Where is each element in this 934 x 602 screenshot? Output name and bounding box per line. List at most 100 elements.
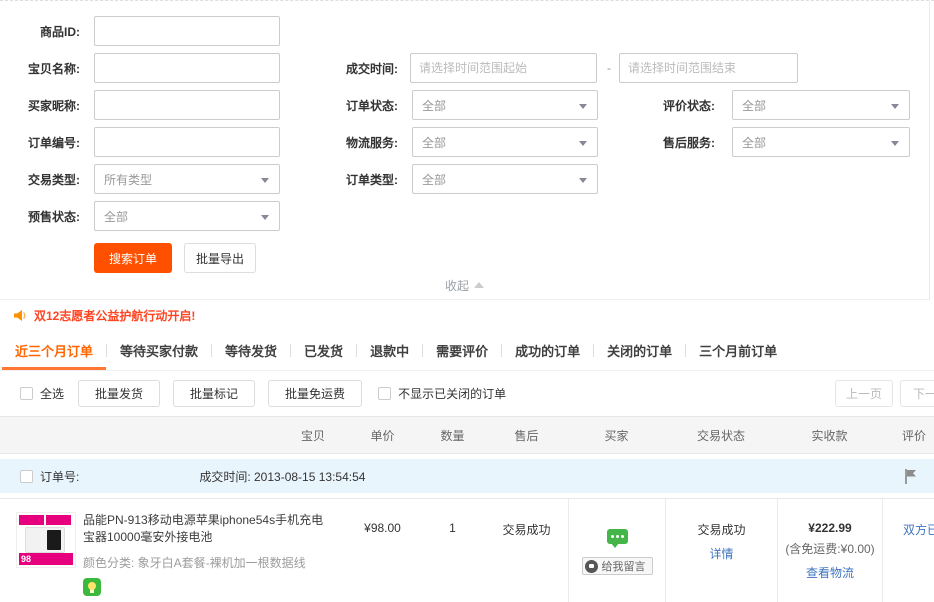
chevron-down-icon	[579, 141, 587, 146]
shipping-fee-note: (含免运费:¥0.00)	[778, 540, 882, 557]
buyer-cell: 给我留言	[568, 499, 665, 602]
search-orders-button[interactable]: 搜索订单	[94, 243, 172, 273]
order-no-input[interactable]	[94, 127, 280, 157]
column-header-buyer: 买家	[568, 427, 665, 444]
hide-closed-checkbox[interactable]	[378, 387, 391, 400]
order-item-row: 98 品能PN-913移动电源苹果iphone54s手机充电宝器10000毫安外…	[0, 498, 934, 602]
logistics-label: 物流服务:	[280, 134, 398, 151]
announcement-bar: 双12志愿者公益护航行动开启!	[0, 300, 934, 331]
order-select-checkbox[interactable]	[20, 470, 33, 483]
order-deal-time: 成交时间: 2013-08-15 13:54:54	[199, 468, 365, 485]
batch-mark-button[interactable]: 批量标记	[173, 380, 255, 407]
view-logistics-link[interactable]: 查看物流	[778, 564, 882, 581]
column-header-paid: 实收款	[777, 427, 882, 444]
tab-awaiting-payment[interactable]: 等待买家付款	[107, 331, 211, 370]
column-header-item: 宝贝	[0, 427, 345, 444]
tab-needs-review[interactable]: 需要评价	[423, 331, 501, 370]
form-row-buyer-nick: 买家昵称: 订单状态: 全部 评价状态: 全部	[0, 90, 929, 120]
collapse-label: 收起	[445, 279, 469, 293]
chevron-down-icon	[261, 178, 269, 183]
order-no-label: 订单号:	[40, 468, 79, 485]
chevron-down-icon	[891, 141, 899, 146]
batch-ship-button[interactable]: 批量发货	[78, 380, 160, 407]
product-cell: 98 品能PN-913移动电源苹果iphone54s手机充电宝器10000毫安外…	[0, 499, 345, 602]
collapse-panel-link[interactable]: 收起	[0, 273, 929, 299]
column-header-qty: 数量	[420, 427, 485, 444]
batch-export-button[interactable]: 批量导出	[184, 243, 256, 273]
buyer-nick-input[interactable]	[94, 90, 280, 120]
search-filter-panel: 商品ID: 宝贝名称: 成交时间: - 买家昵称: 订单状态: 全部 评价状态:…	[0, 1, 930, 300]
form-row-product-id: 商品ID:	[0, 16, 929, 46]
trade-type-value: 所有类型	[104, 171, 152, 188]
product-id-input[interactable]	[94, 16, 280, 46]
form-row-presale: 预售状态: 全部	[0, 201, 929, 231]
chevron-down-icon	[579, 178, 587, 183]
prev-page-button[interactable]: 上一页	[835, 380, 893, 407]
status-detail-link[interactable]: 详情	[666, 545, 777, 562]
tab-closed-orders[interactable]: 关闭的订单	[594, 331, 685, 370]
price-badge: 98	[19, 553, 73, 565]
promo-banner	[19, 515, 73, 525]
order-status-select[interactable]: 全部	[412, 90, 598, 120]
tab-awaiting-shipment[interactable]: 等待发货	[212, 331, 290, 370]
rate-status-value: 全部	[742, 97, 766, 114]
orders-table: 宝贝 单价 数量 售后 买家 交易状态 实收款 评价 订单号: 成交时间: 20…	[0, 416, 934, 602]
order-management-page: 商品ID: 宝贝名称: 成交时间: - 买家昵称: 订单状态: 全部 评价状态:…	[0, 0, 934, 602]
pagination: 上一页 下一页	[835, 380, 934, 407]
form-row-item-name: 宝贝名称: 成交时间: -	[0, 53, 929, 83]
rating-cell[interactable]: 双方已	[882, 499, 934, 602]
item-name-input[interactable]	[94, 53, 280, 83]
powerbank-image	[25, 527, 65, 553]
product-thumbnail[interactable]: 98	[16, 512, 76, 568]
aftersale-service-value: 全部	[742, 134, 766, 151]
chevron-down-icon	[261, 215, 269, 220]
product-info: 品能PN-913移动电源苹果iphone54s手机充电宝器10000毫安外接电池…	[83, 512, 333, 602]
column-header-unit-price: 单价	[345, 427, 420, 444]
tab-orders-before-3-months[interactable]: 三个月前订单	[686, 331, 790, 370]
rate-status-label: 评价状态:	[598, 97, 715, 114]
order-no-label: 订单编号:	[0, 134, 80, 151]
tab-recent-3-months[interactable]: 近三个月订单	[2, 331, 106, 370]
chevron-down-icon	[891, 104, 899, 109]
aftersale-service-label: 售后服务:	[598, 134, 715, 151]
tab-refunding[interactable]: 退款中	[357, 331, 422, 370]
hide-closed-label: 不显示已关闭的订单	[398, 385, 506, 402]
aftersale-service-select[interactable]: 全部	[732, 127, 910, 157]
paid-amount: ¥222.99	[778, 521, 882, 535]
leave-message-button[interactable]: 给我留言	[582, 557, 653, 575]
next-page-button[interactable]: 下一页	[900, 380, 934, 407]
tab-successful-orders[interactable]: 成功的订单	[502, 331, 593, 370]
announcement-text[interactable]: 双12志愿者公益护航行动开启!	[34, 307, 195, 324]
order-tabs: 近三个月订单 等待买家付款 等待发货 已发货 退款中 需要评价 成功的订单 关闭…	[0, 331, 934, 371]
presale-value: 全部	[104, 208, 128, 225]
batch-toolbar: 全选 批量发货 批量标记 批量免运费 不显示已关闭的订单 上一页 下一页	[0, 371, 934, 416]
order-type-value: 全部	[422, 171, 446, 188]
logistics-select[interactable]: 全部	[412, 127, 598, 157]
column-header-status: 交易状态	[665, 427, 777, 444]
wangwang-chat-icon[interactable]	[607, 529, 628, 544]
rate-status-select[interactable]: 全部	[732, 90, 910, 120]
aftersale-cell: 交易成功	[485, 499, 568, 602]
deal-time-start-input[interactable]	[410, 53, 597, 83]
table-header-row: 宝贝 单价 数量 售后 买家 交易状态 实收款 评价	[0, 416, 934, 454]
order-type-select[interactable]: 全部	[412, 164, 598, 194]
trade-type-select[interactable]: 所有类型	[94, 164, 280, 194]
item-name-label: 宝贝名称:	[0, 60, 80, 77]
trade-status-cell: 交易成功 详情	[665, 499, 777, 602]
deal-time-label: 成交时间:	[280, 60, 398, 77]
paid-amount-cell: ¥222.99 (含免运费:¥0.00) 查看物流	[777, 499, 882, 602]
tab-shipped[interactable]: 已发货	[291, 331, 356, 370]
deal-time-end-input[interactable]	[619, 53, 798, 83]
form-row-trade-type: 交易类型: 所有类型 订单类型: 全部	[0, 164, 929, 194]
megaphone-icon	[13, 309, 28, 322]
chevron-up-icon	[474, 282, 484, 288]
product-title-link[interactable]: 品能PN-913移动电源苹果iphone54s手机充电宝器10000毫安外接电池	[83, 512, 333, 546]
message-bubble-icon	[585, 560, 598, 573]
search-actions: 搜索订单 批量导出	[94, 243, 929, 273]
buyer-nick-label: 买家昵称:	[0, 97, 80, 114]
flag-icon[interactable]	[903, 468, 918, 488]
batch-free-shipping-button[interactable]: 批量免运费	[268, 380, 362, 407]
select-all-checkbox[interactable]	[20, 387, 33, 400]
presale-select[interactable]: 全部	[94, 201, 280, 231]
order-status-value: 全部	[422, 97, 446, 114]
